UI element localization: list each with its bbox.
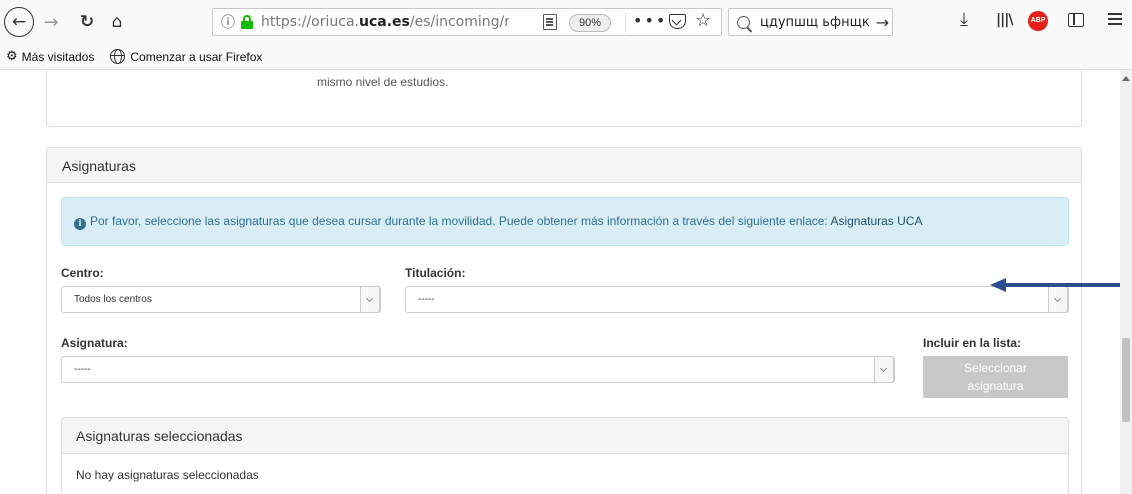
centro-select[interactable]: Todos los centros: [61, 286, 381, 313]
button-line-1: Seleccionar: [964, 361, 1027, 375]
lock-icon[interactable]: [241, 15, 253, 29]
previous-panel-text: mismo nivel de estudios.: [317, 75, 449, 89]
url-bar[interactable]: ⓘ https://oriuca.uca.es/es/incoming/re 9…: [212, 8, 722, 36]
home-icon[interactable]: ⌂: [104, 7, 130, 37]
centro-select-value: Todos los centros: [74, 294, 152, 305]
asignatura-select-value: -----: [74, 364, 91, 375]
library-icon[interactable]: |||\: [996, 12, 1013, 28]
panel-title: Asignaturas: [47, 148, 1081, 183]
seleccionar-asignatura-button[interactable]: Seleccionar asignatura: [923, 356, 1068, 398]
browser-toolbar: ← → ↻ ⌂ ⓘ https://oriuca.uca.es/es/incom…: [0, 0, 1132, 44]
selected-subjects-empty: No hay asignaturas seleccionadas: [76, 468, 259, 482]
gear-icon: ⚙: [6, 49, 18, 64]
search-input[interactable]: цдупшщ ьфнщк: [760, 15, 870, 30]
bookmark-comenzar-firefox[interactable]: Comenzar a usar Firefox: [110, 49, 262, 64]
info-circle-icon: i: [74, 218, 86, 230]
reload-icon[interactable]: ↻: [74, 7, 100, 37]
annotation-arrow-icon: [990, 278, 1120, 292]
chevron-down-icon: [874, 356, 894, 383]
reader-view-icon[interactable]: [543, 14, 557, 30]
zoom-level-badge[interactable]: 90%: [569, 14, 611, 32]
asignaturas-uca-link[interactable]: Asignaturas UCA: [830, 214, 922, 228]
chevron-down-icon: [360, 286, 380, 313]
search-icon: [737, 15, 750, 29]
titulacion-select[interactable]: -----: [405, 286, 1069, 313]
search-bar[interactable]: цдупшщ ьфнщк →: [728, 8, 893, 36]
info-alert: i Por favor, seleccione las asignaturas q…: [61, 197, 1069, 246]
asignatura-label: Asignatura:: [61, 336, 128, 350]
asignatura-select[interactable]: -----: [61, 356, 895, 383]
globe-icon: [110, 49, 126, 64]
page-viewport: mismo nivel de estudios. Asignaturas i Po…: [0, 70, 1120, 494]
selected-subjects-panel: Asignaturas seleccionadas No hay asignat…: [61, 417, 1069, 494]
bookmark-label: Comenzar a usar Firefox: [130, 49, 263, 64]
previous-panel: mismo nivel de estudios.: [46, 70, 1082, 127]
bookmark-star-icon[interactable]: ☆: [695, 10, 711, 31]
asignaturas-panel: Asignaturas i Por favor, seleccione las a…: [46, 147, 1082, 494]
forward-arrow-icon[interactable]: →: [38, 7, 64, 37]
search-go-arrow-icon[interactable]: →: [876, 13, 889, 32]
page-actions-icon[interactable]: •••: [633, 11, 667, 30]
incluir-label: Incluir en la lista:: [923, 336, 1022, 350]
sidebar-toggle-icon[interactable]: [1068, 13, 1084, 27]
back-arrow-icon[interactable]: ←: [4, 7, 34, 37]
bookmark-label: Más visitados: [21, 49, 95, 64]
scrollbar-thumb[interactable]: [1122, 338, 1130, 422]
vertical-scrollbar[interactable]: [1120, 70, 1132, 494]
button-line-2: asignatura: [967, 379, 1024, 393]
adblock-plus-icon[interactable]: ABP: [1028, 11, 1048, 31]
download-icon[interactable]: ⤓: [960, 9, 968, 30]
centro-label: Centro:: [61, 266, 104, 280]
hamburger-menu-icon[interactable]: [1108, 13, 1122, 15]
pocket-icon[interactable]: [669, 14, 686, 29]
titulacion-select-value: -----: [418, 294, 435, 305]
info-icon[interactable]: ⓘ: [221, 12, 235, 32]
selected-subjects-title: Asignaturas seleccionadas: [62, 418, 1068, 454]
url-separator: [625, 13, 626, 33]
bookmarks-toolbar: ⚙ Más visitados Comenzar a usar Firefox: [0, 44, 1132, 70]
bookmark-mas-visitados[interactable]: ⚙ Más visitados: [6, 49, 94, 64]
alert-text: Por favor, seleccione las asignaturas qu…: [90, 214, 831, 228]
titulacion-label: Titulación:: [405, 266, 466, 280]
url-text[interactable]: https://oriuca.uca.es/es/incoming/re: [261, 14, 509, 30]
scroll-up-arrow-icon[interactable]: [1122, 76, 1130, 81]
